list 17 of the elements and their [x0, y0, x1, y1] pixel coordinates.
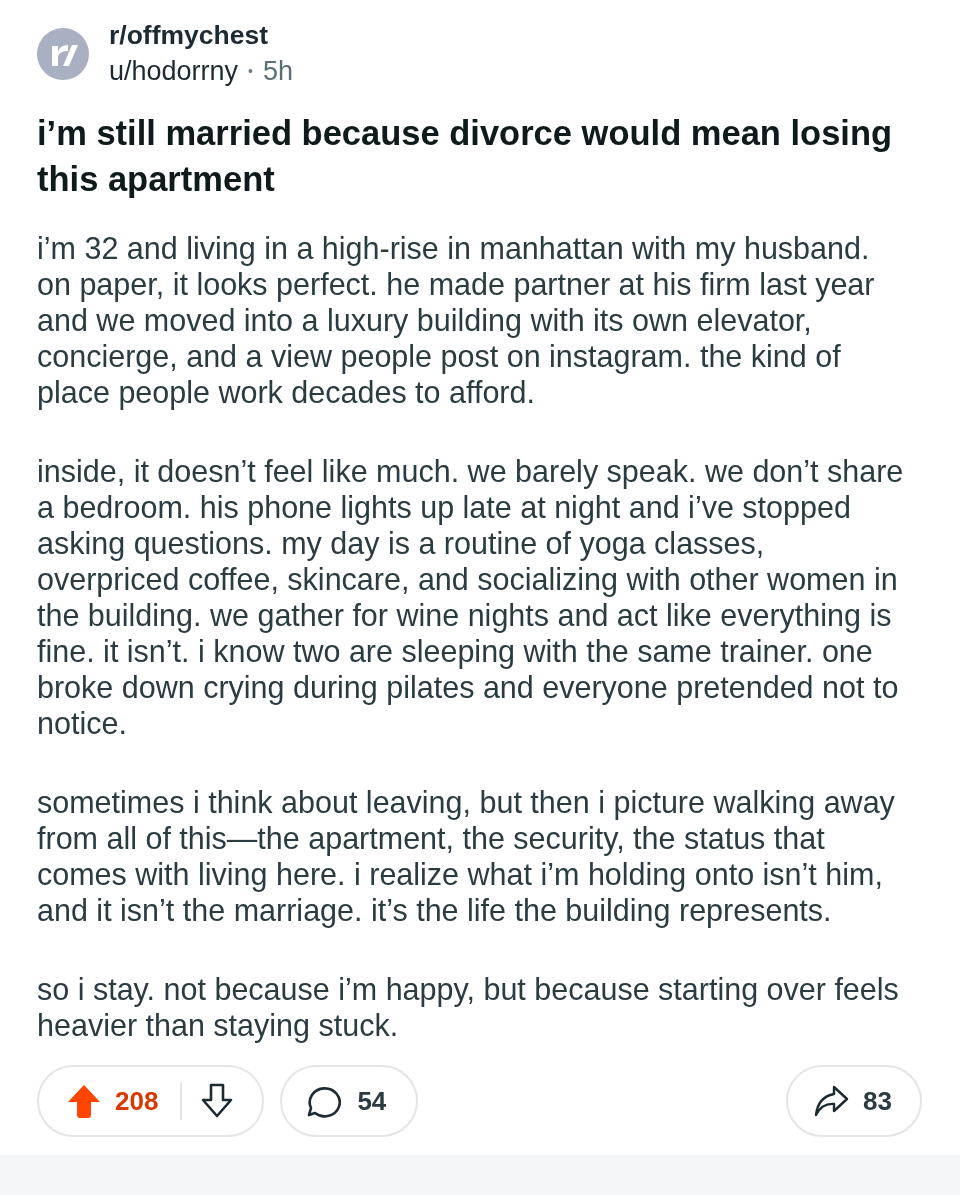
- share-button[interactable]: 83: [786, 1065, 922, 1137]
- author-name[interactable]: u/hodorrny: [109, 52, 239, 90]
- arrow-down-icon: [200, 1083, 235, 1119]
- body-paragraph: inside, it doesn’t feel like much. we barely speak. we don’t share a bedroom. his phone lights up late at night and i’ve stopped asking questions. my day is a routine of yoga classes, overpriced coffee, skincare, and socializing with other women in the building. we gather for wine nights and act like everything is fine. it isn’t. i know two are sleeping with the same trainer. one broke down crying during pilates and everyone pretended not to notice.: [37, 453, 905, 741]
- speech-bubble-icon: [306, 1084, 342, 1118]
- body-paragraph: sometimes i think about leaving, but then i picture walking away from all of this—the apartment, the security, the status that comes with living here. i realize what i’m holding onto isn’t him, and it isn’t the marriage. it’s the life the building represents.: [37, 784, 896, 928]
- arrow-up-icon: [66, 1083, 102, 1119]
- subreddit-name[interactable]: r/offmychest: [109, 18, 294, 52]
- community-avatar-icon: [37, 28, 89, 80]
- post-age: 5h: [263, 55, 294, 88]
- body-paragraph: i’m 32 and living in a high-rise in manhattan with my husband. on paper, it looks perfect. he made partner at his firm last year and we moved into a luxury building with its own elevator, concierge, and a view people post on instagram. the kind of place people work decades to afford.: [37, 230, 876, 410]
- post-title: i’m still married because divorce would mean losing this apartment: [37, 113, 894, 200]
- vote-score: 208: [115, 1084, 159, 1118]
- separator: •: [248, 61, 253, 81]
- comments-button[interactable]: 54: [280, 1065, 419, 1137]
- body-paragraph: so i stay. not because i’m happy, but because starting over feels heavier than staying stuck.: [37, 971, 900, 1043]
- share-arrow-icon: [814, 1085, 850, 1117]
